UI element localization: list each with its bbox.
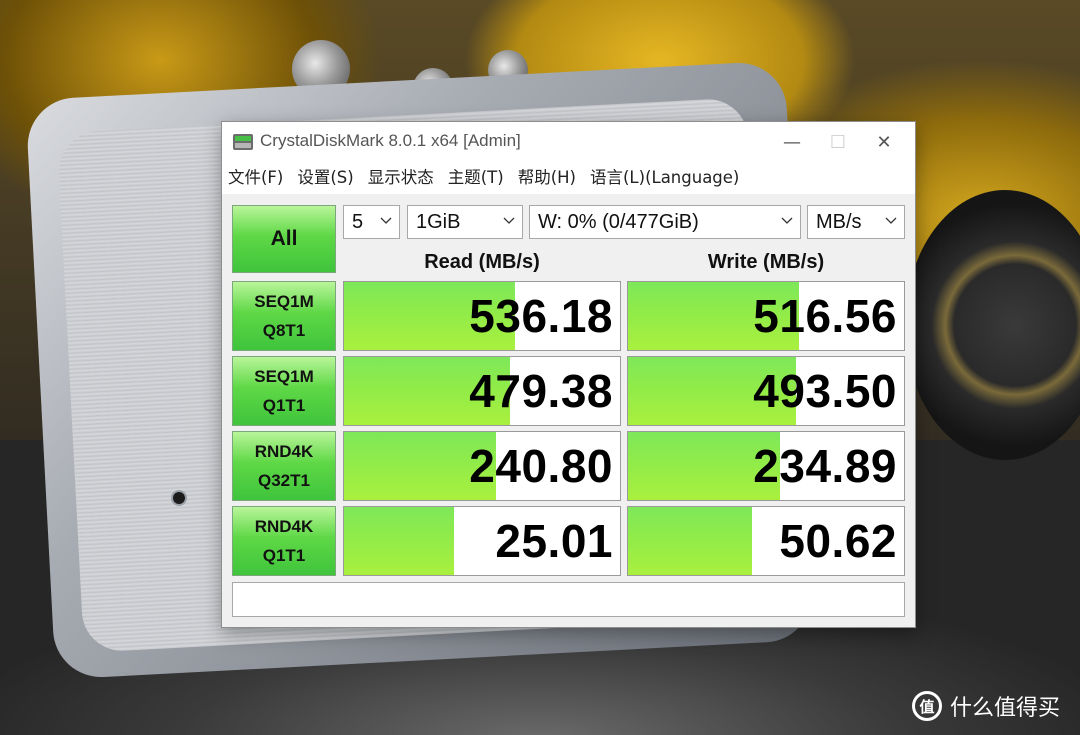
test-name-line2: Q1T1: [262, 546, 306, 565]
close-button[interactable]: ✕: [861, 122, 907, 162]
read-result-rnd4k-q1t1: 25.01: [343, 506, 621, 576]
write-result-rnd4k-q32t1: 234.89: [627, 431, 905, 501]
smzdm-logo-icon: 值: [912, 691, 942, 721]
read-column-header: Read (MB/s): [424, 251, 540, 273]
test-count-value: 5: [352, 210, 364, 233]
menu-language[interactable]: 语言(L)(Language): [583, 164, 746, 192]
menu-theme[interactable]: 主题(T): [441, 164, 511, 192]
read-value: 536.18: [469, 290, 613, 342]
maximize-icon: ☐: [829, 131, 847, 153]
test-button-seq1m-q8t1[interactable]: SEQ1M Q8T1: [232, 281, 336, 351]
menu-settings[interactable]: 设置(S): [290, 164, 360, 192]
chevron-down-icon: [780, 213, 794, 227]
main-panel: All 5 1GiB W: 0% (0/477GiB) MB/s Read (M…: [222, 194, 915, 627]
chevron-down-icon: [884, 213, 898, 227]
write-value: 493.50: [753, 365, 897, 417]
maximize-button[interactable]: ☐: [815, 122, 861, 162]
title-bar[interactable]: CrystalDiskMark 8.0.1 x64 [Admin] — ☐ ✕: [222, 122, 915, 162]
menu-help[interactable]: 帮助(H): [511, 164, 583, 192]
read-result-seq1m-q1t1: 479.38: [343, 356, 621, 426]
run-all-button[interactable]: All: [232, 205, 336, 273]
watermark-text: 什么值得买: [950, 696, 1061, 721]
window-title: CrystalDiskMark 8.0.1 x64 [Admin]: [260, 131, 521, 150]
crystaldiskmark-icon: [232, 131, 254, 153]
test-name-line2: Q32T1: [258, 471, 310, 490]
test-name-line2: Q8T1: [262, 321, 306, 340]
write-result-rnd4k-q1t1: 50.62: [627, 506, 905, 576]
minimize-icon: —: [783, 131, 801, 153]
test-button-seq1m-q1t1[interactable]: SEQ1M Q1T1: [232, 356, 336, 426]
write-value: 234.89: [753, 440, 897, 492]
watermark: 值 什么值得买: [912, 690, 1060, 722]
test-name-line1: SEQ1M: [254, 367, 314, 386]
read-progress-bar: [344, 507, 455, 575]
test-size-select[interactable]: 1GiB: [407, 205, 523, 239]
write-value: 516.56: [753, 290, 897, 342]
run-all-label: All: [270, 227, 298, 250]
write-result-seq1m-q1t1: 493.50: [627, 356, 905, 426]
unit-select[interactable]: MB/s: [807, 205, 905, 239]
comment-field[interactable]: [232, 582, 905, 617]
test-name-line1: SEQ1M: [254, 292, 314, 311]
unit-value: MB/s: [816, 210, 862, 233]
read-value: 479.38: [469, 365, 613, 417]
chevron-down-icon: [379, 213, 393, 227]
crystaldiskmark-window: CrystalDiskMark 8.0.1 x64 [Admin] — ☐ ✕ …: [221, 121, 916, 628]
write-value: 50.62: [779, 515, 897, 567]
read-result-seq1m-q8t1: 536.18: [343, 281, 621, 351]
menu-view-status[interactable]: 显示状态: [361, 164, 441, 192]
menu-file[interactable]: 文件(F): [222, 164, 290, 192]
test-count-select[interactable]: 5: [343, 205, 400, 239]
read-value: 25.01: [495, 515, 613, 567]
test-name-line1: RND4K: [254, 442, 314, 461]
test-button-rnd4k-q32t1[interactable]: RND4K Q32T1: [232, 431, 336, 501]
read-result-rnd4k-q32t1: 240.80: [343, 431, 621, 501]
minimize-button[interactable]: —: [769, 122, 815, 162]
drive-select[interactable]: W: 0% (0/477GiB): [529, 205, 801, 239]
close-icon: ✕: [876, 131, 892, 153]
write-progress-bar: [628, 507, 753, 575]
menu-bar: 文件(F) 设置(S) 显示状态 主题(T) 帮助(H) 语言(L)(Langu…: [222, 164, 915, 192]
test-name-line2: Q1T1: [262, 396, 306, 415]
chevron-down-icon: [502, 213, 516, 227]
drive-value: W: 0% (0/477GiB): [538, 210, 699, 233]
read-value: 240.80: [469, 440, 613, 492]
write-result-seq1m-q8t1: 516.56: [627, 281, 905, 351]
test-button-rnd4k-q1t1[interactable]: RND4K Q1T1: [232, 506, 336, 576]
ssd-indicator-hole: [173, 492, 185, 504]
test-name-line1: RND4K: [254, 517, 314, 536]
write-column-header: Write (MB/s): [707, 251, 825, 273]
test-size-value: 1GiB: [416, 210, 461, 233]
